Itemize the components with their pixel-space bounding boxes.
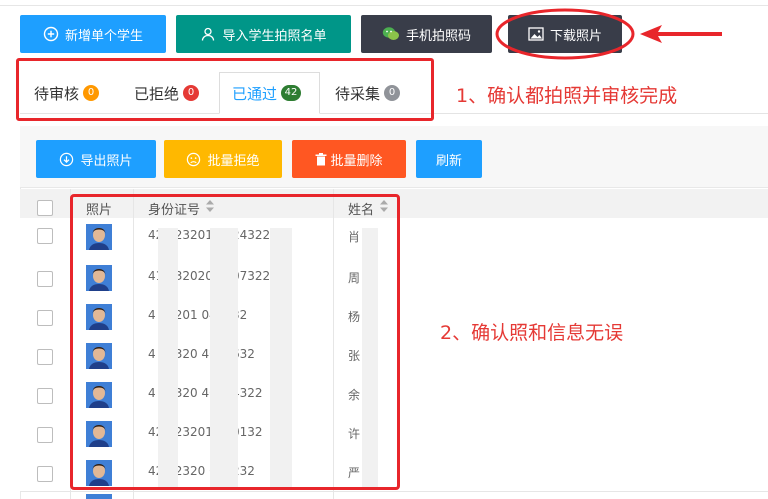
annotation-note-1: 1、确认都拍照并审核完成	[456, 85, 678, 107]
annotation-note-2: 2、确认照和信息无误	[440, 322, 624, 344]
row-checkbox[interactable]	[37, 271, 53, 287]
import-list-label: 导入学生拍照名单	[222, 28, 327, 44]
import-list-button[interactable]: 导入学生拍照名单	[176, 15, 351, 53]
table-highlight-box	[70, 194, 400, 490]
add-student-button[interactable]: 新增单个学生	[20, 15, 166, 53]
refresh-label: 刷新	[435, 153, 462, 169]
row-checkbox[interactable]	[37, 349, 53, 365]
row-checkbox[interactable]	[37, 388, 53, 404]
download-circle-icon	[59, 152, 74, 167]
trash-icon	[315, 152, 327, 166]
batch-reject-button[interactable]: 批量拒绝	[164, 140, 282, 178]
add-student-label: 新增单个学生	[64, 28, 143, 44]
row-checkbox[interactable]	[37, 228, 53, 244]
mobile-qr-label: 手机拍照码	[405, 28, 471, 44]
tabs-highlight-box	[16, 58, 434, 121]
row-checkbox[interactable]	[37, 427, 53, 443]
sad-face-icon	[186, 152, 201, 167]
export-photos-label: 导出照片	[80, 153, 133, 169]
row-checkbox[interactable]	[37, 310, 53, 326]
student-photo[interactable]	[86, 494, 112, 499]
row-checkbox[interactable]	[37, 466, 53, 482]
export-photos-button[interactable]: 导出照片	[36, 140, 156, 178]
top-border	[0, 0, 768, 6]
mobile-qr-button[interactable]: 手机拍照码	[361, 15, 492, 53]
highlight-ellipse	[495, 8, 722, 60]
select-all-checkbox[interactable]	[37, 200, 53, 216]
refresh-button[interactable]: 刷新	[416, 140, 482, 178]
plus-circle-icon	[43, 26, 59, 42]
batch-delete-label: 批量删除	[330, 153, 383, 169]
batch-delete-button[interactable]: 批量删除	[292, 140, 406, 178]
user-icon	[200, 26, 216, 42]
wechat-icon	[382, 26, 400, 42]
annotation-arrow-icon	[640, 25, 722, 43]
batch-reject-label: 批量拒绝	[207, 153, 260, 169]
